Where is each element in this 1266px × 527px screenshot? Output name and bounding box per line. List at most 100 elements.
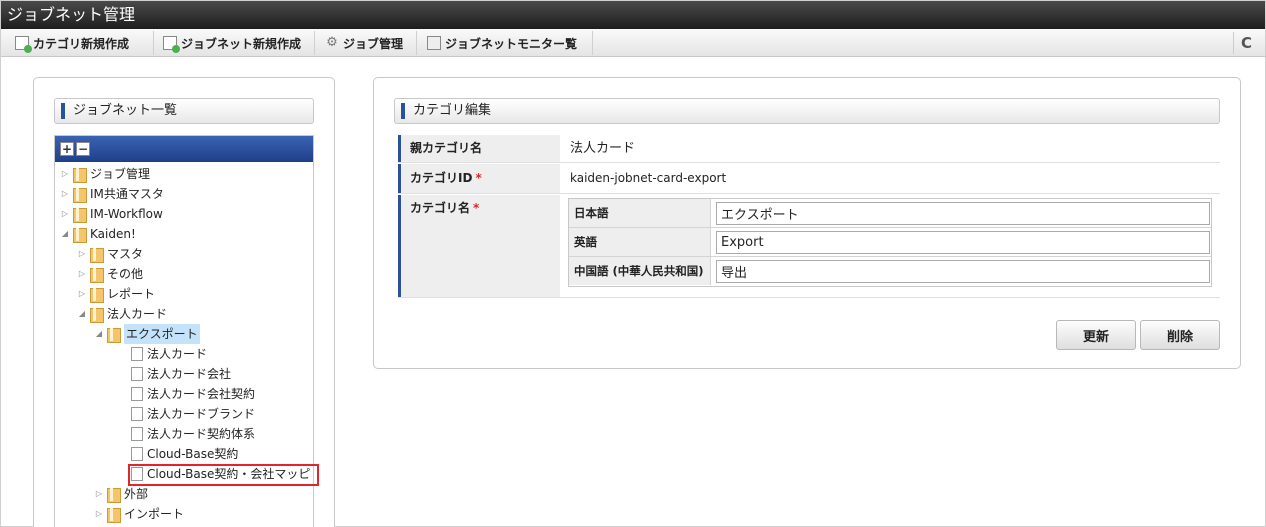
expand-all-icon[interactable]: + — [60, 142, 74, 156]
gear-icon: ⚙ — [326, 35, 338, 50]
language-row-zh: 中国語 (中華人民共和国) — [569, 257, 1211, 286]
job-management-button[interactable]: ⚙ ジョブ管理 — [319, 31, 417, 55]
parent-category-value: 法人カード — [560, 135, 1220, 162]
required-mark: * — [475, 171, 482, 185]
tree-item[interactable]: 法人カード会社 — [131, 364, 231, 384]
tree-item-label: マスタ — [107, 247, 144, 261]
parent-category-label: 親カテゴリ名 — [398, 135, 560, 162]
folder-icon — [90, 247, 104, 263]
jobnet-monitor-label: ジョブネットモニター覧 — [445, 36, 578, 51]
tree-item-label: レポート — [107, 287, 156, 301]
tree-item[interactable]: ◢ 法人カード — [76, 304, 167, 324]
category-name-en-input[interactable] — [716, 231, 1210, 254]
highlight-annotation — [128, 464, 319, 486]
new-document-icon — [163, 36, 180, 53]
document-icon — [131, 387, 143, 401]
category-edit-panel: カテゴリ編集 親カテゴリ名 法人カード カテゴリID * kaiden-jobne… — [373, 77, 1241, 369]
category-name-ja-input[interactable] — [716, 202, 1210, 225]
expand-arrow-icon[interactable]: ▷ — [59, 184, 71, 204]
expand-arrow-icon[interactable]: ▷ — [93, 504, 105, 524]
new-jobnet-label: ジョブネット新規作成 — [181, 36, 302, 51]
collapse-arrow-icon[interactable]: ◢ — [59, 224, 71, 244]
folder-icon — [90, 307, 104, 323]
required-mark: * — [473, 201, 480, 215]
folder-icon — [73, 167, 87, 183]
tree-item-label: 法人カードブランド — [147, 407, 256, 421]
tree-item-label: その他 — [107, 267, 144, 281]
folder-icon — [107, 327, 121, 343]
row-divider — [398, 162, 1220, 163]
tree-item-label: 法人カード会社 — [147, 367, 232, 381]
job-management-label: ジョブ管理 — [343, 36, 404, 51]
language-label-ja: 日本語 — [569, 199, 711, 227]
toolbar: カテゴリ新規作成 ジョブネット新規作成 ⚙ ジョブ管理 ジョブネットモニター覧 … — [1, 29, 1265, 57]
tree-item-label: IM共通マスタ — [90, 187, 164, 201]
new-category-label: カテゴリ新規作成 — [33, 36, 130, 51]
tree-item[interactable]: ▷ 外部 — [93, 484, 148, 504]
new-category-button[interactable]: カテゴリ新規作成 — [9, 31, 154, 55]
delete-button[interactable]: 削除 — [1140, 320, 1220, 350]
folder-icon — [107, 507, 121, 523]
language-row-ja: 日本語 — [569, 199, 1211, 228]
category-id-label: カテゴリID * — [398, 164, 560, 193]
folder-icon — [73, 227, 87, 243]
tree-item-label: エクスポート — [124, 324, 200, 344]
update-button[interactable]: 更新 — [1056, 320, 1136, 350]
tree-item[interactable]: ▷ レポート — [76, 284, 155, 304]
tree-item[interactable]: ◢ Kaiden! — [59, 224, 136, 244]
tree-item[interactable]: ▷ マスタ — [76, 244, 143, 264]
tree-item-label: 法人カード契約体系 — [147, 427, 256, 441]
tree-item-label: Cloud-Base契約 — [147, 447, 239, 461]
tree-item-label: 外部 — [124, 487, 149, 501]
collapse-arrow-icon[interactable]: ◢ — [93, 324, 105, 344]
tree-item[interactable]: ▷ インポート — [93, 504, 184, 524]
tree-item[interactable]: ▷ IM-Workflow — [59, 204, 163, 224]
category-id-value: kaiden-jobnet-card-export — [560, 164, 1220, 193]
collapse-arrow-icon[interactable]: ◢ — [76, 304, 88, 324]
category-name-label: カテゴリ名 * — [398, 195, 560, 297]
expand-arrow-icon[interactable]: ▷ — [76, 244, 88, 264]
folder-icon — [90, 267, 104, 283]
category-name-languages: 日本語 英語 中国語 (中華人民共和国) — [568, 198, 1212, 287]
refresh-icon[interactable]: C — [1233, 32, 1259, 54]
tree-item[interactable]: ▷ IM共通マスタ — [59, 184, 164, 204]
document-icon — [131, 447, 143, 461]
category-name-zh-input[interactable] — [716, 260, 1210, 283]
folder-icon — [107, 487, 121, 503]
document-icon — [131, 427, 143, 441]
tree-item-label: Kaiden! — [90, 227, 136, 241]
expand-arrow-icon[interactable]: ▷ — [59, 164, 71, 184]
new-document-icon — [15, 36, 32, 53]
tree-item-label: 法人カード — [107, 307, 168, 321]
tree-item[interactable]: 法人カード会社契約 — [131, 384, 255, 404]
document-icon — [131, 407, 143, 421]
expand-arrow-icon[interactable]: ▷ — [76, 264, 88, 284]
folder-icon — [73, 207, 87, 223]
tree-item-label: IM-Workflow — [90, 207, 163, 221]
jobnet-list-panel: ジョブネット一覧 + − ▷ ジョブ管理 ▷ IM共通マスタ ▷ IM-Workflow ◢ K… — [33, 77, 335, 527]
collapse-all-icon[interactable]: − — [76, 142, 90, 156]
category-edit-header: カテゴリ編集 — [394, 98, 1220, 124]
language-label-zh: 中国語 (中華人民共和国) — [569, 257, 711, 285]
document-icon — [131, 367, 143, 381]
language-label-en: 英語 — [569, 228, 711, 256]
tree-item[interactable]: ◢ エクスポート — [93, 324, 200, 344]
jobnet-monitor-button[interactable]: ジョブネットモニター覧 — [421, 31, 593, 55]
tree-item[interactable]: Cloud-Base契約 — [131, 444, 238, 464]
tree-item[interactable]: ▷ その他 — [76, 264, 143, 284]
folder-icon — [90, 287, 104, 303]
tree-toolbar: + − — [55, 136, 313, 162]
expand-arrow-icon[interactable]: ▷ — [76, 284, 88, 304]
tree-item-label: 法人カード会社契約 — [147, 387, 256, 401]
folder-icon — [73, 187, 87, 203]
row-divider — [398, 297, 1220, 298]
expand-arrow-icon[interactable]: ▷ — [93, 484, 105, 504]
tree-item[interactable]: ▷ ジョブ管理 — [59, 164, 150, 184]
tree-item-label: 法人カード — [147, 347, 208, 361]
new-jobnet-button[interactable]: ジョブネット新規作成 — [157, 31, 315, 55]
expand-arrow-icon[interactable]: ▷ — [59, 204, 71, 224]
tree-item[interactable]: 法人カード契約体系 — [131, 424, 255, 444]
tree-item[interactable]: 法人カード — [131, 344, 207, 364]
tree-item[interactable]: 法人カードブランド — [131, 404, 255, 424]
app-title: ジョブネット管理 — [1, 1, 1265, 29]
